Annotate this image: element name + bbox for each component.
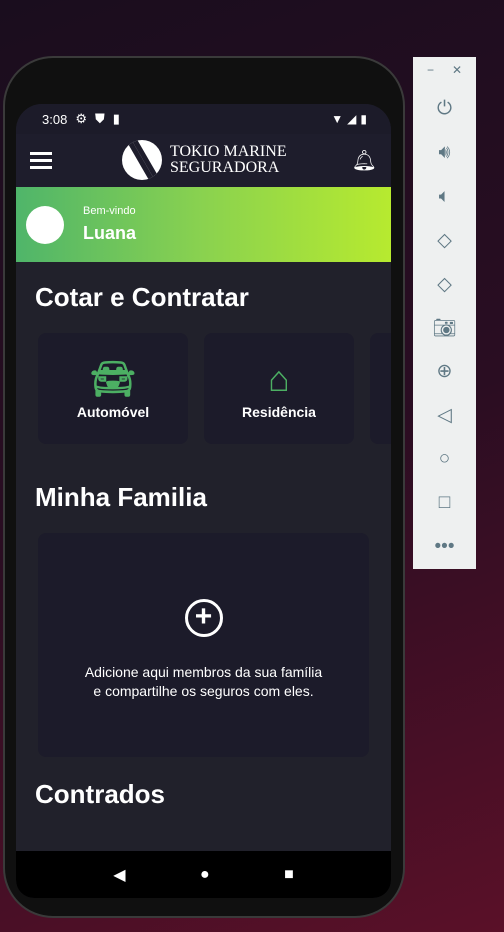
back-icon[interactable]: ◀ [113,865,125,885]
sd-card-icon: ▮ [112,111,120,126]
home-icon: ⌂ [268,357,290,399]
status-bar: 3:08 ⚙ ⛊ ▮ ▼ ◢ ▮ [16,104,391,134]
power-icon[interactable]: ⏻ [437,87,452,131]
menu-icon[interactable] [30,148,52,173]
signal-icon: ◢ [347,112,357,126]
brand-logo: TOKIO MARINE SEGURADORA [122,140,287,180]
family-text-2: e compartilhe os seguros com eles. [93,683,314,699]
quote-title: Cotar e Contratar [35,282,249,312]
family-text-1: Adicione aqui membros da sua família [84,664,323,680]
overview-icon[interactable]: □ [439,481,450,525]
card-partial[interactable] [370,333,391,444]
user-name: Luana [83,223,137,243]
card-label: Automóvel [76,403,150,420]
add-circle-icon[interactable]: + [184,599,223,637]
wifi-icon: ▼ [331,112,344,126]
close-icon[interactable]: ✕ [452,63,462,77]
settings-icon: ⚙ [75,111,87,126]
quote-cards: 🚘︎ Automóvel ⌂ Residência [16,333,391,444]
car-icon: 🚘︎ [90,357,136,399]
card-label: Residência [242,403,316,420]
home-button-icon[interactable]: ● [200,866,210,884]
home-icon[interactable]: ○ [439,438,450,482]
emulator-toolbar: − ✕ ⏻ 🔊︎ 🔈︎ ◇ ◇ 📷︎ ⊕ ◁ ○ □ ••• [413,57,476,569]
family-title: Minha Familia [35,482,207,512]
shield-icon: ⛊ [94,111,105,126]
more-icon[interactable]: ••• [435,525,455,569]
app-bar: TOKIO MARINE SEGURADORA 🔔︎ [16,134,391,187]
brand-line1: TOKIO MARINE [170,143,287,160]
volume-down-icon[interactable]: 🔈︎ [439,175,450,219]
card-residencia[interactable]: ⌂ Residência [204,333,354,444]
android-nav-bar: ◀ ● ■ [16,851,391,898]
welcome-banner: Bem-vindo Luana [16,187,391,262]
logo-mark [122,140,162,180]
recents-icon[interactable]: ■ [284,866,294,884]
add-family-card[interactable]: + Adicione aqui membros da sua família e… [38,533,369,757]
greeting: Bem-vindo [83,205,136,217]
app-screen: 3:08 ⚙ ⛊ ▮ ▼ ◢ ▮ TOKIO MARINE SEGURADORA 🔔︎… [16,104,391,898]
avatar[interactable] [26,205,64,244]
volume-up-icon[interactable]: 🔊︎ [439,131,451,175]
rotate-right-icon[interactable]: ◇ [437,262,452,306]
minimize-icon[interactable]: − [427,63,434,77]
zoom-icon[interactable]: ⊕ [437,350,453,394]
contracted-title: Contrados [35,779,165,809]
rotate-left-icon[interactable]: ◇ [437,218,452,262]
card-automovel[interactable]: 🚘︎ Automóvel [38,333,188,444]
bell-icon[interactable]: 🔔︎ [352,148,377,173]
status-time: 3:08 [42,111,68,127]
battery-icon: ▮ [360,112,367,126]
camera-icon[interactable]: 📷︎ [432,306,456,350]
back-icon[interactable]: ◁ [437,394,452,438]
brand-line2: SEGURADORA [170,159,280,176]
